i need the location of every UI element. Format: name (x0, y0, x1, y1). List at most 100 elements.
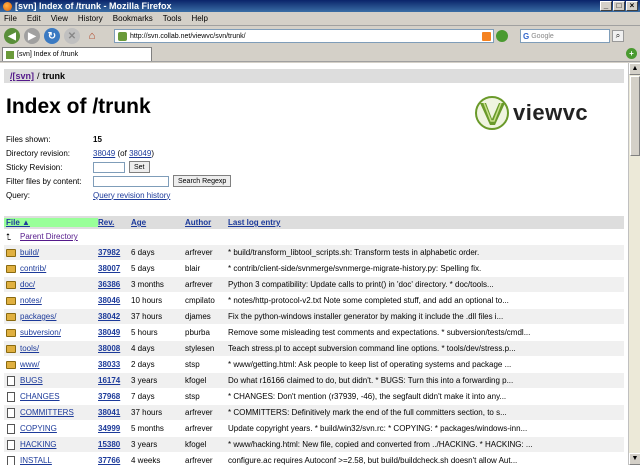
parent-directory-link[interactable]: Parent Directory (20, 232, 78, 241)
tab-label[interactable]: [svn] Index of /trunk (17, 51, 78, 58)
url-bar[interactable]: http://svn.collab.net/viewvc/svn/trunk/ (114, 29, 494, 43)
file-cell: BUGS (4, 375, 98, 386)
folder-icon[interactable] (6, 264, 16, 273)
files-shown-label: Files shown: (6, 134, 51, 144)
file-name-link[interactable]: HACKING (20, 440, 56, 449)
menu-view[interactable]: View (51, 14, 68, 23)
back-button[interactable]: ◀ (4, 28, 20, 44)
log-cell: Remove some misleading test comments and… (228, 328, 531, 337)
revision-link[interactable]: 37766 (98, 456, 120, 465)
revision-link[interactable]: 37982 (98, 248, 120, 257)
age-cell: 10 hours (131, 296, 163, 305)
scroll-thumb[interactable] (630, 76, 640, 156)
file-icon[interactable] (7, 391, 15, 402)
column-header-rev[interactable]: Rev. (98, 218, 131, 227)
scroll-up-icon[interactable]: ▲ (629, 63, 640, 75)
table-row: doc/36386 3 months arfrever Python 3 compat… (4, 277, 624, 293)
file-name-link[interactable]: subversion/ (20, 328, 61, 337)
directory-revision-label: Directory revision: (6, 148, 71, 158)
revision-link[interactable]: 16174 (98, 376, 120, 385)
folder-icon[interactable] (6, 248, 16, 257)
google-icon[interactable]: G (523, 32, 529, 41)
folder-icon[interactable] (6, 328, 16, 337)
column-header-file[interactable]: File ▲ (4, 218, 98, 227)
file-name-link[interactable]: www/ (20, 360, 40, 369)
column-header-age[interactable]: Age (131, 218, 185, 227)
search-placeholder[interactable]: Google (531, 33, 554, 40)
column-header-log[interactable]: Last log entry (228, 218, 624, 227)
revision-link[interactable]: 15380 (98, 440, 120, 449)
file-name-link[interactable]: BUGS (20, 376, 43, 385)
search-regexp-button[interactable]: Search Regexp (173, 175, 232, 187)
viewvc-logo[interactable]: viewvc (474, 93, 619, 133)
revision-link[interactable]: 38041 (98, 408, 120, 417)
url-text[interactable]: http://svn.collab.net/viewvc/svn/trunk/ (130, 33, 482, 40)
file-name-link[interactable]: build/ (20, 248, 39, 257)
rev-cell: 38042 (98, 312, 131, 321)
revision-link[interactable]: 38049 (98, 328, 120, 337)
file-icon[interactable] (7, 423, 15, 434)
menu-edit[interactable]: Edit (27, 14, 41, 23)
table-header: File ▲ Rev. Age Author Last log entry (4, 216, 624, 229)
query-revision-history-link[interactable]: Query revision history (93, 191, 170, 200)
go-button[interactable] (496, 30, 508, 42)
table-body: ⮤ Parent Directory build/37982 6 days arfr… (4, 229, 624, 465)
directory-revision-of-link[interactable]: 38049 (129, 149, 151, 158)
query-row: Query: Query revision history (6, 188, 231, 202)
file-name-link[interactable]: packages/ (20, 312, 56, 321)
maximize-button[interactable]: □ (613, 1, 625, 11)
revision-link[interactable]: 37968 (98, 392, 120, 401)
file-name-link[interactable]: doc/ (20, 280, 35, 289)
directory-revision-link[interactable]: 38049 (93, 149, 115, 158)
new-tab-icon[interactable]: + (626, 48, 637, 59)
table-row: contrib/38007 5 days blair * contrib/client… (4, 261, 624, 277)
stop-button[interactable]: ✕ (64, 28, 80, 44)
search-go-button[interactable]: ⌕ (612, 30, 624, 42)
file-name-link[interactable]: notes/ (20, 296, 42, 305)
filter-input[interactable] (93, 175, 169, 187)
tab-active[interactable]: [svn] Index of /trunk (2, 47, 152, 61)
revision-link[interactable]: 38046 (98, 296, 120, 305)
folder-icon[interactable] (6, 296, 16, 305)
file-name-link[interactable]: INSTALL (20, 456, 52, 465)
file-icon[interactable] (7, 455, 15, 465)
menu-history[interactable]: History (78, 14, 103, 23)
revision-link[interactable]: 38007 (98, 264, 120, 273)
search-box[interactable]: G Google (520, 29, 610, 43)
folder-icon[interactable] (6, 312, 16, 321)
folder-icon[interactable] (6, 280, 16, 289)
vertical-scrollbar[interactable]: ▲ ▼ (628, 63, 640, 465)
folder-icon[interactable] (6, 360, 16, 369)
file-name-link[interactable]: tools/ (20, 344, 39, 353)
menu-help[interactable]: Help (191, 14, 207, 23)
revision-link[interactable]: 34999 (98, 424, 120, 433)
file-icon[interactable] (7, 375, 15, 386)
menu-file[interactable]: File (4, 14, 17, 23)
scroll-down-icon[interactable]: ▼ (629, 453, 640, 465)
rss-icon[interactable] (482, 31, 491, 41)
home-button[interactable]: ⌂ (84, 28, 100, 44)
file-icon[interactable] (7, 407, 15, 418)
revision-link[interactable]: 36386 (98, 280, 120, 289)
file-name-link[interactable]: COPYING (20, 424, 57, 433)
column-header-author[interactable]: Author (185, 218, 228, 227)
forward-button[interactable]: ▶ (24, 28, 40, 44)
minimize-button[interactable]: _ (600, 1, 612, 11)
file-name-link[interactable]: contrib/ (20, 264, 46, 273)
file-name-link[interactable]: CHANGES (20, 392, 60, 401)
set-button[interactable]: Set (129, 161, 150, 173)
revision-link[interactable]: 38042 (98, 312, 120, 321)
sticky-revision-input[interactable] (93, 161, 125, 173)
close-button[interactable]: × (626, 1, 638, 11)
file-name-link[interactable]: COMMITTERS (20, 408, 74, 417)
menu-bookmarks[interactable]: Bookmarks (113, 14, 153, 23)
menu-tools[interactable]: Tools (163, 14, 182, 23)
file-icon[interactable] (7, 439, 15, 450)
breadcrumb-root[interactable]: /[svn] (10, 71, 34, 81)
file-cell: doc/ (4, 280, 98, 289)
revision-link[interactable]: 38033 (98, 360, 120, 369)
revision-link[interactable]: 38008 (98, 344, 120, 353)
folder-icon[interactable] (6, 344, 16, 353)
reload-button[interactable]: ↻ (44, 28, 60, 44)
log-cell: configure.ac requires Autoconf >=2.58, b… (228, 456, 518, 465)
